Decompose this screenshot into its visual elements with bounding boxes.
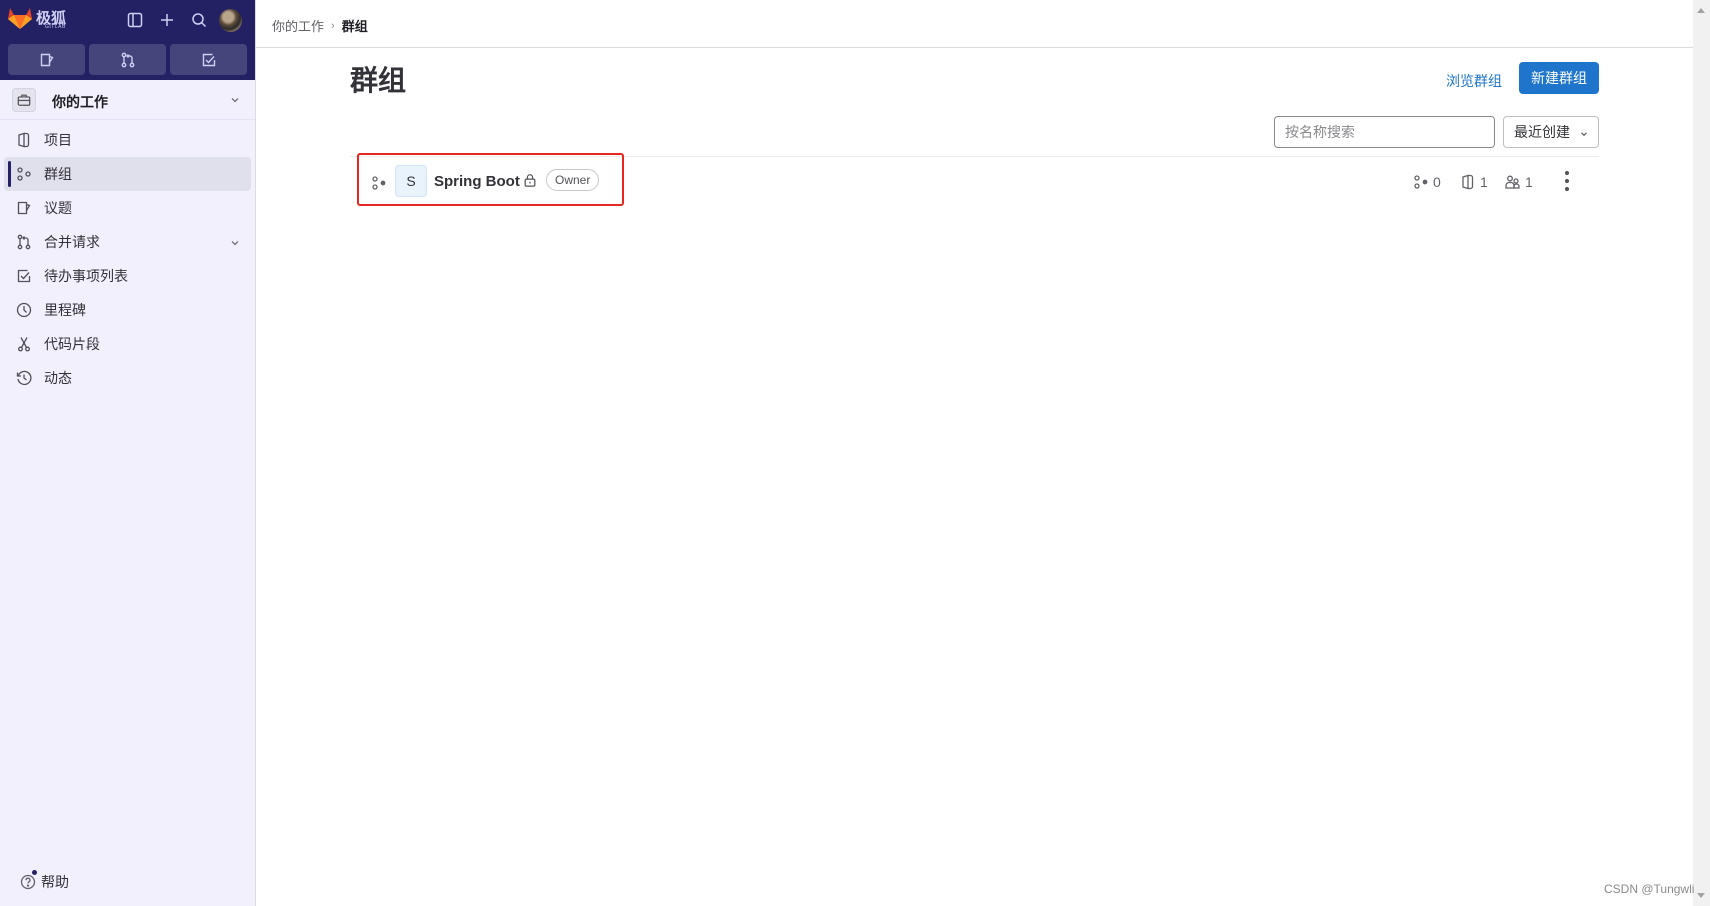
sidebar-item-label: 动态	[44, 370, 72, 386]
group-avatar[interactable]: S	[395, 165, 427, 197]
issues-quick-button[interactable]	[8, 44, 85, 75]
scroll-up-arrow-icon[interactable]	[1697, 8, 1705, 13]
subgroups-count-value: 0	[1433, 174, 1441, 190]
chevron-down-icon	[1581, 132, 1587, 137]
sidebar-item-groups[interactable]: 群组	[4, 157, 251, 191]
sidebar-item-label: 待办事项列表	[44, 268, 128, 284]
members-count-value: 1	[1525, 174, 1533, 190]
ellipsis-dot	[1565, 179, 1569, 183]
project-icon	[1462, 174, 1474, 190]
browse-groups-link[interactable]: 浏览群组	[1446, 71, 1502, 91]
page-title: 群组	[350, 65, 407, 96]
role-badge: Owner	[546, 169, 600, 191]
plus-icon	[161, 14, 173, 26]
search-button[interactable]	[187, 8, 211, 32]
subgroup-icon	[1414, 175, 1428, 189]
sidebar-item-todos[interactable]: 待办事项列表	[4, 259, 251, 293]
todo-icon	[202, 53, 215, 66]
issues-icon	[40, 53, 54, 66]
sidebar-item-label: 合并请求	[44, 234, 100, 250]
history-icon	[16, 370, 32, 386]
sidebar-item-snippets[interactable]: 代码片段	[4, 327, 251, 361]
briefcase-icon	[12, 88, 36, 112]
sidebar-item-label: 群组	[44, 166, 72, 182]
sidebar-item-label: 项目	[44, 132, 72, 148]
context-switcher[interactable]: 你的工作	[0, 80, 255, 120]
breadcrumb-separator: ›	[331, 19, 335, 32]
subgroups-count[interactable]: 0	[1413, 174, 1441, 190]
subgroup-icon	[372, 176, 386, 190]
logo[interactable]: 极狐 GITLAB	[7, 6, 66, 30]
sidebar-item-milestones[interactable]: 里程碑	[4, 293, 251, 327]
issues-icon	[16, 200, 32, 216]
members-count[interactable]: 1	[1505, 174, 1533, 190]
breadcrumb: 你的工作 › 群组	[272, 16, 368, 35]
breadcrumb-your-work[interactable]: 你的工作	[272, 16, 324, 35]
gitlab-logo-icon	[8, 8, 32, 29]
logo-subtext: GITLAB	[45, 24, 66, 30]
breadcrumb-current[interactable]: 群组	[342, 16, 368, 35]
context-label: 你的工作	[52, 94, 108, 110]
merge-request-icon	[121, 52, 134, 67]
sidebar-topbar: 极狐 GITLAB	[0, 0, 255, 80]
notification-dot	[32, 870, 37, 875]
scroll-down-arrow-icon[interactable]	[1697, 893, 1705, 898]
sidebar-item-label: 里程碑	[44, 302, 86, 318]
todos-quick-button[interactable]	[170, 44, 247, 75]
search-icon	[192, 13, 207, 28]
project-icon	[16, 132, 32, 148]
group-icon	[16, 166, 32, 182]
users-icon	[1505, 175, 1520, 189]
ellipsis-dot	[1565, 187, 1569, 191]
search-input[interactable]	[1274, 116, 1495, 148]
watermark: CSDN @Tungwli	[1604, 882, 1695, 896]
snippet-icon	[16, 336, 32, 352]
sort-label: 最近创建	[1514, 124, 1570, 140]
clock-icon	[16, 302, 32, 318]
merge-requests-quick-button[interactable]	[89, 44, 166, 75]
top-header: 你的工作 › 群组	[256, 0, 1693, 48]
help-label: 帮助	[41, 874, 69, 890]
sort-dropdown[interactable]: 最近创建	[1503, 116, 1599, 148]
more-actions-button[interactable]	[1560, 169, 1574, 193]
lock-icon	[524, 174, 536, 187]
sidebar-item-activity[interactable]: 动态	[4, 361, 251, 395]
sidebar-toggle-icon	[127, 12, 143, 28]
create-new-button[interactable]	[155, 8, 179, 32]
group-name-link[interactable]: Spring Boot	[434, 173, 520, 190]
sidebar-item-label: 议题	[44, 200, 72, 216]
page-scrollbar[interactable]	[1693, 0, 1710, 906]
sidebar-nav: 项目 群组 议题 合并请求 待办事项列表 里程碑 代码片段 动态	[0, 123, 255, 395]
chevron-down-icon	[231, 241, 239, 246]
projects-count-value: 1	[1480, 174, 1488, 190]
sidebar-item-issues[interactable]: 议题	[4, 191, 251, 225]
sidebar-toggle-button[interactable]	[123, 8, 147, 32]
projects-count[interactable]: 1	[1460, 174, 1488, 190]
user-avatar[interactable]	[219, 9, 242, 32]
sidebar-item-projects[interactable]: 项目	[4, 123, 251, 157]
new-group-button[interactable]: 新建群组	[1519, 62, 1599, 94]
merge-request-icon	[16, 234, 32, 250]
group-row[interactable]	[350, 157, 1599, 205]
help-icon	[20, 874, 36, 890]
help-button[interactable]: 帮助	[20, 870, 69, 892]
todo-icon	[16, 268, 32, 284]
sidebar-item-merge-requests[interactable]: 合并请求	[4, 225, 251, 259]
chevron-down-icon	[231, 97, 239, 102]
sidebar: 极狐 GITLAB 你的工作 项目 群组 议题 合并请求 待办事项列表 里程碑 …	[0, 0, 256, 906]
sidebar-item-label: 代码片段	[44, 336, 100, 352]
ellipsis-v-icon	[1565, 171, 1569, 175]
